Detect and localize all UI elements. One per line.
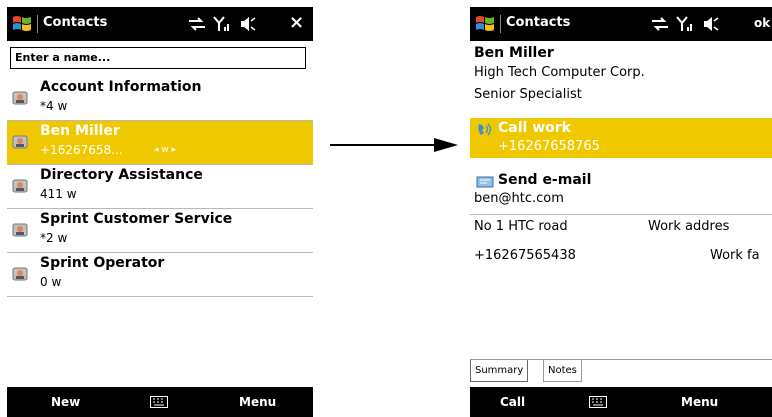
contact-number: +16267658... xyxy=(40,143,123,157)
connectivity-icon xyxy=(189,17,205,31)
connectivity-icon xyxy=(652,17,668,31)
work-address-value[interactable]: No 1 HTC road xyxy=(474,219,568,234)
work-fax-value[interactable]: +16267565438 xyxy=(474,248,576,263)
contact-name: Ben Miller xyxy=(40,123,120,139)
contact-card-icon xyxy=(12,179,28,193)
contact-name: Ben Miller xyxy=(474,45,554,61)
signal-icon xyxy=(676,16,692,31)
contact-number: *4 w xyxy=(40,99,68,113)
contact-number: *2 w xyxy=(40,231,68,245)
divider xyxy=(470,214,772,215)
contact-name: Account Information xyxy=(40,79,202,95)
email-icon xyxy=(476,176,494,188)
contacts-list-screen: Contacts × Enter a name... Account Infor… xyxy=(7,7,313,417)
volume-icon xyxy=(704,17,719,31)
email-address: ben@htc.com xyxy=(474,191,564,206)
contact-number: 0 w xyxy=(40,275,62,289)
contact-detail-screen: Contacts ok Ben Miller High Tech Compute… xyxy=(470,7,772,417)
title-bar: Contacts ok xyxy=(470,7,772,41)
work-address-label: Work addres xyxy=(648,219,730,234)
start-flag-icon[interactable] xyxy=(11,13,35,35)
contact-item-sprint-customer-service[interactable]: Sprint Customer Service *2 w xyxy=(7,209,313,253)
menu-softkey[interactable]: Menu xyxy=(239,395,276,409)
phone-icon xyxy=(478,123,492,136)
contact-card-icon xyxy=(12,223,28,237)
number-type-selector[interactable]: ◂ w ▸ xyxy=(154,145,176,155)
contact-card-icon xyxy=(12,135,28,149)
soft-key-bar: Call Menu xyxy=(470,387,772,417)
contact-card-icon xyxy=(12,267,28,281)
keyboard-icon[interactable] xyxy=(589,396,607,408)
contact-item-sprint-operator[interactable]: Sprint Operator 0 w xyxy=(7,253,313,297)
new-softkey[interactable]: New xyxy=(51,395,80,409)
contact-number: 411 w xyxy=(40,187,77,201)
contact-company: High Tech Computer Corp. xyxy=(474,65,645,80)
start-flag-icon[interactable] xyxy=(474,13,498,35)
menu-softkey[interactable]: Menu xyxy=(681,395,718,409)
contact-name: Directory Assistance xyxy=(40,167,203,183)
call-softkey[interactable]: Call xyxy=(500,395,525,409)
ok-button[interactable]: ok xyxy=(754,16,770,34)
title-bar: Contacts × xyxy=(7,7,313,41)
signal-icon xyxy=(213,16,229,31)
transition-arrow xyxy=(330,138,458,152)
soft-key-bar: New Menu xyxy=(7,387,313,417)
call-work-number: +16267658765 xyxy=(498,139,600,154)
volume-icon xyxy=(241,17,256,31)
contact-name: Sprint Operator xyxy=(40,255,165,271)
contact-item-ben-miller[interactable]: Ben Miller +16267658... ◂ w ▸ xyxy=(7,121,313,165)
send-email-item[interactable]: Send e-mail ben@htc.com xyxy=(470,170,772,210)
call-work-label: Call work xyxy=(498,120,571,136)
tab-summary[interactable]: Summary xyxy=(470,360,529,382)
send-email-label: Send e-mail xyxy=(498,172,592,188)
work-fax-label: Work fa xyxy=(710,248,760,263)
search-input[interactable]: Enter a name... xyxy=(10,47,306,69)
contact-item-directory-assistance[interactable]: Directory Assistance 411 w xyxy=(7,165,313,209)
contact-job-title: Senior Specialist xyxy=(474,87,582,102)
app-title: Contacts xyxy=(43,15,108,30)
close-icon[interactable]: × xyxy=(289,12,304,33)
keyboard-icon[interactable] xyxy=(150,396,168,408)
contact-item-account-information[interactable]: Account Information *4 w xyxy=(7,77,313,121)
app-title: Contacts xyxy=(506,15,571,30)
call-work-item[interactable]: Call work +16267658765 xyxy=(470,118,772,158)
title-separator xyxy=(500,15,501,33)
tab-notes[interactable]: Notes xyxy=(543,360,582,382)
detail-tabs: Summary Notes xyxy=(470,359,772,385)
contact-name: Sprint Customer Service xyxy=(40,211,233,227)
title-separator xyxy=(37,15,38,33)
contact-card-icon xyxy=(12,91,28,105)
